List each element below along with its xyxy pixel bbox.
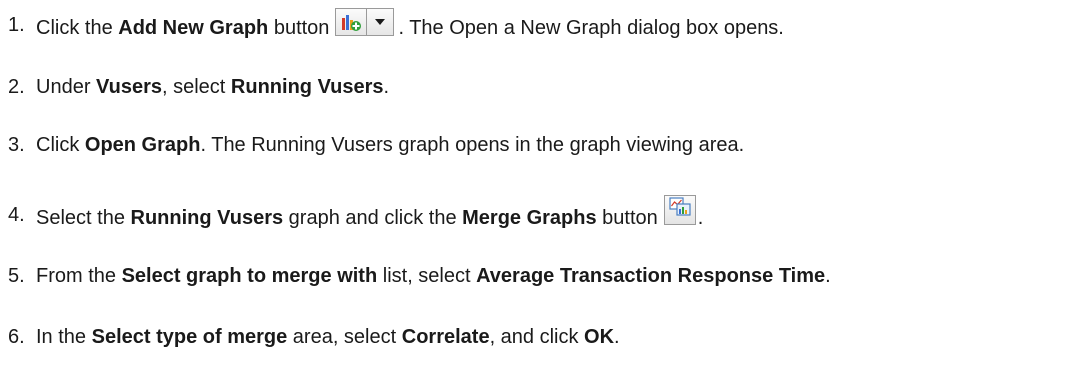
step-text: button xyxy=(268,17,330,39)
step-text: In the xyxy=(36,326,92,348)
step-number: 3. xyxy=(8,134,25,156)
step-text: . xyxy=(383,76,390,98)
step-number: 5. xyxy=(8,265,25,287)
step-ui-term: Correlate xyxy=(401,326,490,348)
step-text: . The Open a New Graph dialog box opens. xyxy=(398,17,784,39)
step-text: graph and click the xyxy=(283,207,463,229)
step-text: Click xyxy=(36,134,85,156)
merge-graphs-button[interactable] xyxy=(663,195,696,225)
step-ui-term: Select type of merge xyxy=(91,326,288,348)
step-ui-term: OK xyxy=(584,326,615,348)
step-text: Click the xyxy=(36,17,119,39)
step-text: button xyxy=(596,207,658,229)
step-number: 6. xyxy=(8,326,25,348)
step-6: 6. In the Select type of merge area, sel… xyxy=(8,325,620,349)
step-ui-term: Add New Graph xyxy=(118,17,269,39)
step-text: Select the xyxy=(36,207,131,229)
step-text: , and click xyxy=(489,326,585,348)
add-graph-icon xyxy=(336,9,368,35)
step-ui-term: Average Transaction Response Time xyxy=(476,265,826,287)
step-ui-term: Running Vusers xyxy=(230,76,384,98)
step-1: 1. Click the Add New Graph button . The … xyxy=(8,8,784,42)
add-new-graph-button[interactable] xyxy=(335,8,395,36)
step-text: From the xyxy=(36,265,122,287)
step-text: . xyxy=(825,265,831,287)
chevron-down-icon[interactable] xyxy=(367,9,393,35)
step-text: . The Running Vusers graph opens in the … xyxy=(200,134,745,156)
step-text: Under xyxy=(36,76,97,98)
step-ui-term: Select graph to merge with xyxy=(121,265,378,287)
step-text: . xyxy=(697,207,704,229)
step-text: . xyxy=(614,326,620,348)
instruction-steps: 1. Click the Add New Graph button . The … xyxy=(0,0,1091,387)
step-text: list, select xyxy=(377,265,477,287)
step-3: 3. Click Open Graph . The Running Vusers… xyxy=(8,133,744,157)
step-5: 5. From the Select graph to merge with l… xyxy=(8,264,831,288)
step-ui-term: Vusers xyxy=(96,76,162,98)
step-ui-term: Open Graph xyxy=(84,134,201,156)
step-ui-term: Merge Graphs xyxy=(462,207,597,229)
step-text: area, select xyxy=(287,326,402,348)
merge-graphs-icon xyxy=(668,196,692,224)
step-number: 2. xyxy=(8,76,25,98)
step-4: 4. Select the Running Vusers graph and c… xyxy=(8,195,704,233)
step-number: 4. xyxy=(8,204,25,226)
step-2: 2. Under Vusers , select Running Vusers … xyxy=(8,75,389,99)
step-ui-term: Running Vusers xyxy=(130,207,284,229)
step-text: , select xyxy=(162,76,231,98)
step-number: 1. xyxy=(8,14,25,36)
